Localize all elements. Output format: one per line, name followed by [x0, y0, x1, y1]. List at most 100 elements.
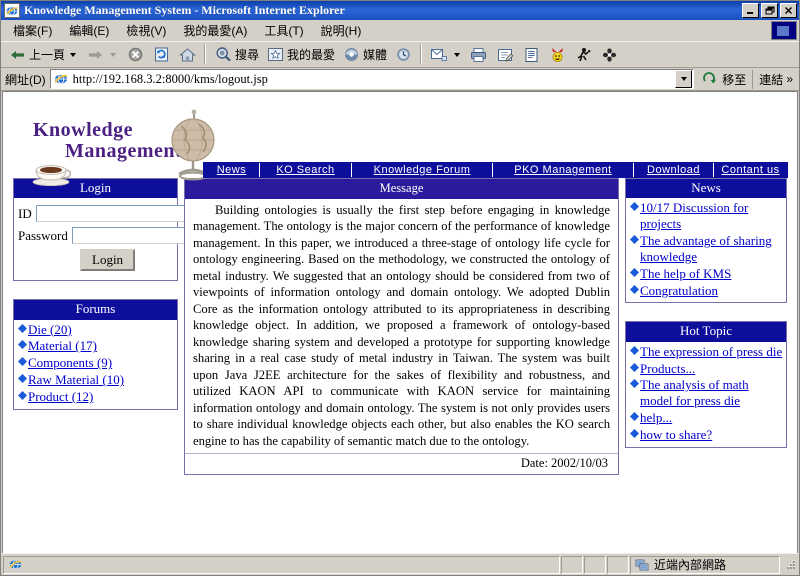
nav-ko-search[interactable]: KO Search [260, 163, 352, 177]
stop-icon [125, 45, 145, 65]
hot-topic-link[interactable]: The expression of press die [640, 344, 782, 360]
nav-contact-us-link[interactable]: Contant us [721, 164, 779, 176]
nav-pko-management[interactable]: PKO Management [493, 163, 634, 177]
list-item[interactable]: Material (17) [16, 338, 174, 354]
messenger-button[interactable] [544, 43, 570, 66]
address-dropdown-button[interactable] [675, 70, 693, 88]
forum-link[interactable]: Die (20) [28, 322, 72, 338]
favorites-button[interactable]: 我的最愛 [262, 43, 338, 66]
minimize-button[interactable] [742, 3, 759, 18]
list-item[interactable]: The advantage of sharing knowledge [628, 233, 783, 265]
nav-contact-us[interactable]: Contant us [714, 163, 787, 177]
status-bar: 近端內部網路 [1, 553, 799, 575]
restore-button[interactable] [761, 3, 778, 18]
nav-news-link[interactable]: News [217, 164, 247, 176]
security-zone-cell[interactable]: 近端內部網路 [630, 555, 780, 574]
hot-topic-link[interactable]: how to share? [640, 427, 712, 443]
forum-link[interactable]: Product (12) [28, 389, 93, 405]
print-button[interactable] [466, 43, 492, 66]
translate-button[interactable] [596, 43, 622, 66]
menu-view[interactable]: 檢視(V) [118, 20, 175, 41]
back-dropdown-icon[interactable] [70, 52, 77, 57]
login-password-row: Password [18, 227, 233, 245]
forum-link[interactable]: Material (17) [28, 338, 97, 354]
resize-grip[interactable] [783, 558, 797, 572]
forum-link[interactable]: Components (9) [28, 355, 112, 371]
diamond-bullet-icon [16, 338, 28, 350]
search-icon [213, 45, 233, 65]
search-button[interactable]: 搜尋 [210, 43, 262, 66]
news-link[interactable]: The advantage of sharing knowledge [640, 233, 783, 265]
list-item[interactable]: Die (20) [16, 322, 174, 338]
nav-knowledge-forum-link[interactable]: Knowledge Forum [374, 164, 471, 176]
brand-logo-animation [771, 20, 797, 40]
forward-button[interactable] [82, 43, 122, 66]
status-message-cell [3, 555, 560, 574]
media-button[interactable]: 媒體 [338, 43, 390, 66]
login-password-label: Password [18, 227, 68, 243]
stop-button[interactable] [122, 43, 148, 66]
refresh-button[interactable] [148, 43, 174, 66]
list-item[interactable]: The analysis of math model for press die [628, 377, 783, 409]
mail-button[interactable] [426, 43, 466, 66]
list-item[interactable]: Congratulation [628, 283, 783, 299]
menu-file[interactable]: 檔案(F) [5, 20, 61, 41]
menu-favorites[interactable]: 我的最愛(A) [175, 20, 256, 41]
research-button[interactable] [570, 43, 596, 66]
history-button[interactable] [390, 43, 416, 66]
forward-arrow-icon [85, 45, 105, 65]
nav-news[interactable]: News [204, 163, 260, 177]
diamond-bullet-icon [628, 410, 640, 422]
login-id-label: ID [18, 205, 32, 221]
address-input[interactable]: http://192.168.3.2:8000/kms/logout.jsp [49, 69, 695, 89]
hot-topic-link[interactable]: The analysis of math model for press die [640, 377, 783, 409]
flower-icon [599, 45, 619, 65]
links-chevron-icon: » [786, 72, 793, 86]
list-item[interactable]: Product (12) [16, 389, 174, 405]
nav-knowledge-forum[interactable]: Knowledge Forum [352, 163, 493, 177]
menu-edit[interactable]: 編輯(E) [61, 20, 118, 41]
discuss-button[interactable] [518, 43, 544, 66]
news-panel: News 10/17 Discussion for projects The a… [625, 178, 787, 304]
forward-dropdown-icon[interactable] [110, 52, 117, 57]
list-item[interactable]: how to share? [628, 427, 783, 443]
nav-ko-search-link[interactable]: KO Search [276, 164, 334, 176]
news-link[interactable]: Congratulation [640, 283, 718, 299]
message-date: Date: 2002/10/03 [185, 453, 618, 474]
hot-topic-link[interactable]: help... [640, 410, 672, 426]
news-link[interactable]: The help of KMS [640, 266, 731, 282]
login-submit-button[interactable]: Login [80, 249, 136, 272]
menu-help[interactable]: 說明(H) [313, 20, 371, 41]
title-bar: Knowledge Management System - Microsoft … [1, 1, 799, 20]
go-button[interactable]: 移至 [694, 69, 752, 89]
list-item[interactable]: The help of KMS [628, 266, 783, 282]
news-link[interactable]: 10/17 Discussion for projects [640, 200, 783, 232]
list-item[interactable]: help... [628, 410, 783, 426]
list-item[interactable]: Products... [628, 361, 783, 377]
menu-tools[interactable]: 工具(T) [256, 20, 312, 41]
login-id-input[interactable] [35, 205, 197, 223]
nav-download-link[interactable]: Download [647, 164, 700, 176]
links-button[interactable]: 連結 » [752, 69, 797, 89]
hot-topic-panel: Hot Topic The expression of press die Pr… [625, 321, 787, 448]
edit-button[interactable] [492, 43, 518, 66]
left-column: Login ID Password Login Forums Die (20) … [13, 178, 233, 428]
hot-topic-link[interactable]: Products... [640, 361, 695, 377]
back-button[interactable]: 上一頁 [4, 43, 82, 66]
list-item[interactable]: 10/17 Discussion for projects [628, 200, 783, 232]
nav-pko-management-link[interactable]: PKO Management [514, 164, 612, 176]
status-cell-2 [584, 555, 606, 574]
web-page: Knowledge Management News KO Search Know… [2, 91, 798, 553]
forums-panel: Forums Die (20) Material (17) Components… [13, 299, 178, 410]
ie-document-icon [4, 3, 20, 18]
list-item[interactable]: Components (9) [16, 355, 174, 371]
home-button[interactable] [174, 43, 200, 66]
right-column: News 10/17 Discussion for projects The a… [625, 178, 787, 466]
close-button[interactable] [780, 3, 797, 18]
list-item[interactable]: Raw Material (10) [16, 372, 174, 388]
mail-dropdown-icon[interactable] [454, 52, 461, 57]
list-item[interactable]: The expression of press die [628, 344, 783, 360]
forum-link[interactable]: Raw Material (10) [28, 372, 124, 388]
nav-download[interactable]: Download [634, 163, 714, 177]
login-form: ID Password Login [14, 198, 233, 280]
